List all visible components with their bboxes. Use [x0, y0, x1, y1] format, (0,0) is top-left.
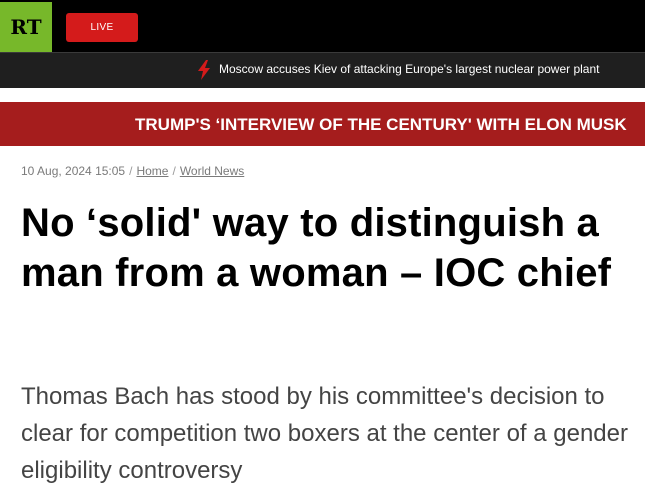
logo-text: RT [10, 15, 42, 39]
breadcrumb-home-link[interactable]: Home [136, 164, 168, 178]
article-meta: 10 Aug, 2024 15:05/Home / World News [21, 164, 244, 178]
article-title: No ‘solid' way to distinguish a man from… [21, 201, 612, 295]
header-spacer [0, 88, 645, 102]
breadcrumb-separator: / [172, 164, 176, 178]
publish-date: 10 Aug, 2024 15:05 [21, 164, 126, 178]
breadcrumb-separator: / [129, 164, 133, 178]
live-button[interactable]: LIVE [66, 13, 138, 42]
lightning-icon [198, 60, 210, 80]
banner-headline: TRUMP'S ‘INTERVIEW OF THE CENTURY' WITH … [135, 115, 627, 134]
news-ticker: Moscow accuses Kiev of attacking Europe'… [0, 52, 645, 89]
ticker-headline-link[interactable]: Moscow accuses Kiev of attacking Europe'… [219, 62, 599, 76]
top-bar: RT LIVE [0, 0, 645, 52]
rt-logo[interactable]: RT [0, 2, 52, 52]
promo-banner[interactable]: TRUMP'S ‘INTERVIEW OF THE CENTURY' WITH … [0, 102, 645, 146]
article-summary: Thomas Bach has stood by his committee's… [21, 383, 628, 484]
breadcrumb-world-news-link[interactable]: World News [180, 164, 244, 178]
